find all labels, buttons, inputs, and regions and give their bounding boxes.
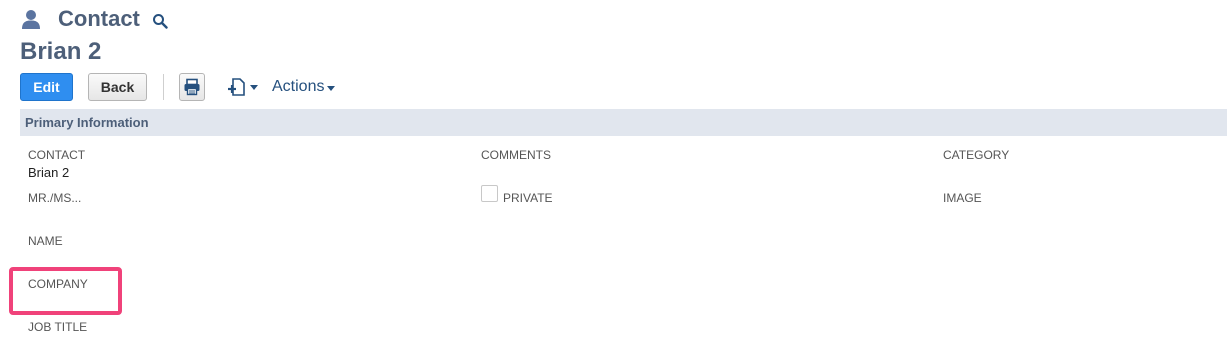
actions-menu[interactable]: Actions <box>272 78 336 96</box>
page-header: Contact <box>20 4 168 34</box>
back-button[interactable]: Back <box>88 73 147 101</box>
section-primary-information[interactable]: Primary Information <box>20 109 1227 136</box>
toolbar-divider <box>163 74 164 100</box>
toolbar: Edit Back Actions <box>20 73 336 101</box>
contact-label: CONTACT <box>28 148 86 162</box>
edit-button[interactable]: Edit <box>20 73 73 101</box>
contact-value: Brian 2 <box>28 165 70 180</box>
chevron-down-icon <box>250 84 258 90</box>
highlight-annotation <box>9 267 122 315</box>
record-title: Brian 2 <box>20 38 102 65</box>
chevron-down-icon <box>327 85 336 91</box>
section-title: Primary Information <box>25 115 149 130</box>
new-document-icon <box>228 78 245 96</box>
name-label: NAME <box>28 234 63 248</box>
search-icon[interactable] <box>152 13 168 29</box>
person-icon <box>22 10 40 29</box>
category-label: CATEGORY <box>943 148 1010 162</box>
page-type-title: Contact <box>58 6 140 31</box>
print-icon <box>184 78 200 96</box>
new-document-menu[interactable] <box>227 77 258 97</box>
print-button[interactable] <box>179 73 205 101</box>
job-title-label: JOB TITLE <box>28 320 88 334</box>
comments-label: COMMENTS <box>481 148 551 162</box>
actions-label: Actions <box>272 78 325 95</box>
image-label: IMAGE <box>943 191 982 205</box>
mr-ms-label: MR./MS... <box>28 191 82 205</box>
private-checkbox[interactable] <box>481 185 498 202</box>
private-label: PRIVATE <box>503 191 553 205</box>
